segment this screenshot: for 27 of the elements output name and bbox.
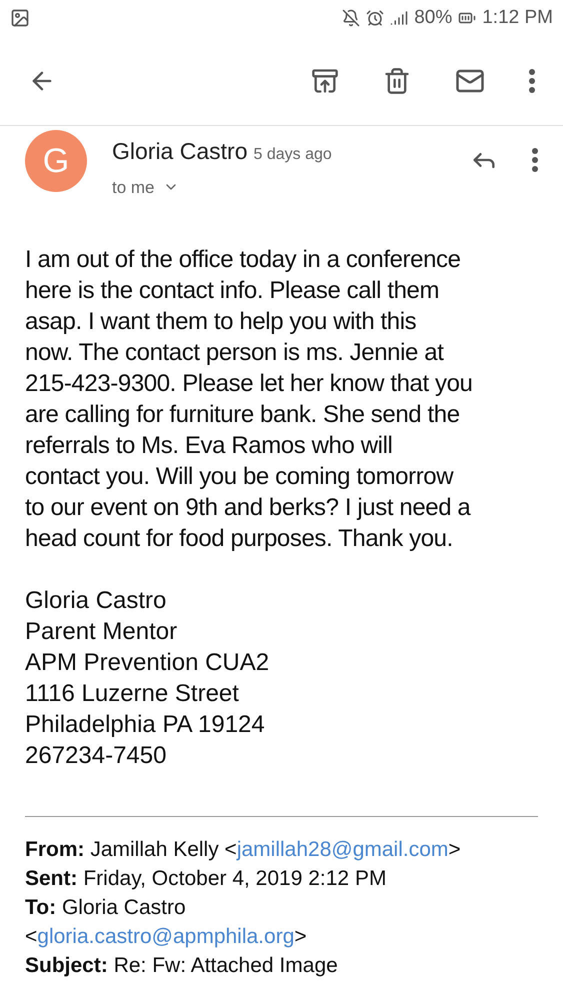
image-icon [10, 8, 30, 28]
more-icon [529, 68, 535, 92]
message-more-button[interactable] [532, 148, 538, 172]
header-line: Sent: Friday, October 4, 2019 2:12 PM [25, 866, 388, 892]
archive-icon [311, 66, 339, 94]
header-line: Subject: Re: Fw: Attached Image [25, 953, 339, 979]
header-line: <gloria.castro@apmphila.org> [25, 924, 308, 950]
more-options-button[interactable] [529, 68, 535, 92]
battery-percent: 80% [414, 6, 452, 30]
header-line: To: Gloria Castro [25, 895, 187, 921]
clock-time: 1:12 PM [482, 6, 553, 30]
archive-button[interactable] [311, 66, 339, 94]
mute-icon [342, 9, 360, 27]
header-line: From: Jamillah Kelly <jamillah28@gmail.com> [25, 837, 462, 863]
recipient-dropdown[interactable]: to me [112, 174, 332, 200]
email-link[interactable]: jamillah28@gmail.com [236, 838, 448, 861]
signature: Gloria Castro Parent Mentor APM Prevention CUA2 1116 Luzerne Street Philadelphia PA 19124 267234-7450 [25, 586, 270, 771]
message-time: 5 days ago [253, 145, 332, 165]
signal-icon [390, 9, 408, 27]
trash-icon [383, 66, 411, 94]
sender-name: Gloria Castro [112, 137, 248, 166]
email-link[interactable]: gloria.castro@apmphila.org [37, 925, 294, 948]
delete-button[interactable] [383, 66, 411, 94]
alarm-icon [366, 9, 384, 27]
more-icon [532, 148, 538, 172]
message-body: I am out of the office today in a conference here is the contact info. Please call them asap. I want them to help you with this now. The contact person is ms. Jennie at 215-423-9300. Please let her know that you are calling for furniture bank. She send the referrals to Ms. Eva Ramos who will contact you. Will you be coming tomorrow to our event on 9th and berks? I just need a head count for food purposes. Thank you. [25, 245, 474, 554]
sender-avatar: G [25, 130, 87, 192]
